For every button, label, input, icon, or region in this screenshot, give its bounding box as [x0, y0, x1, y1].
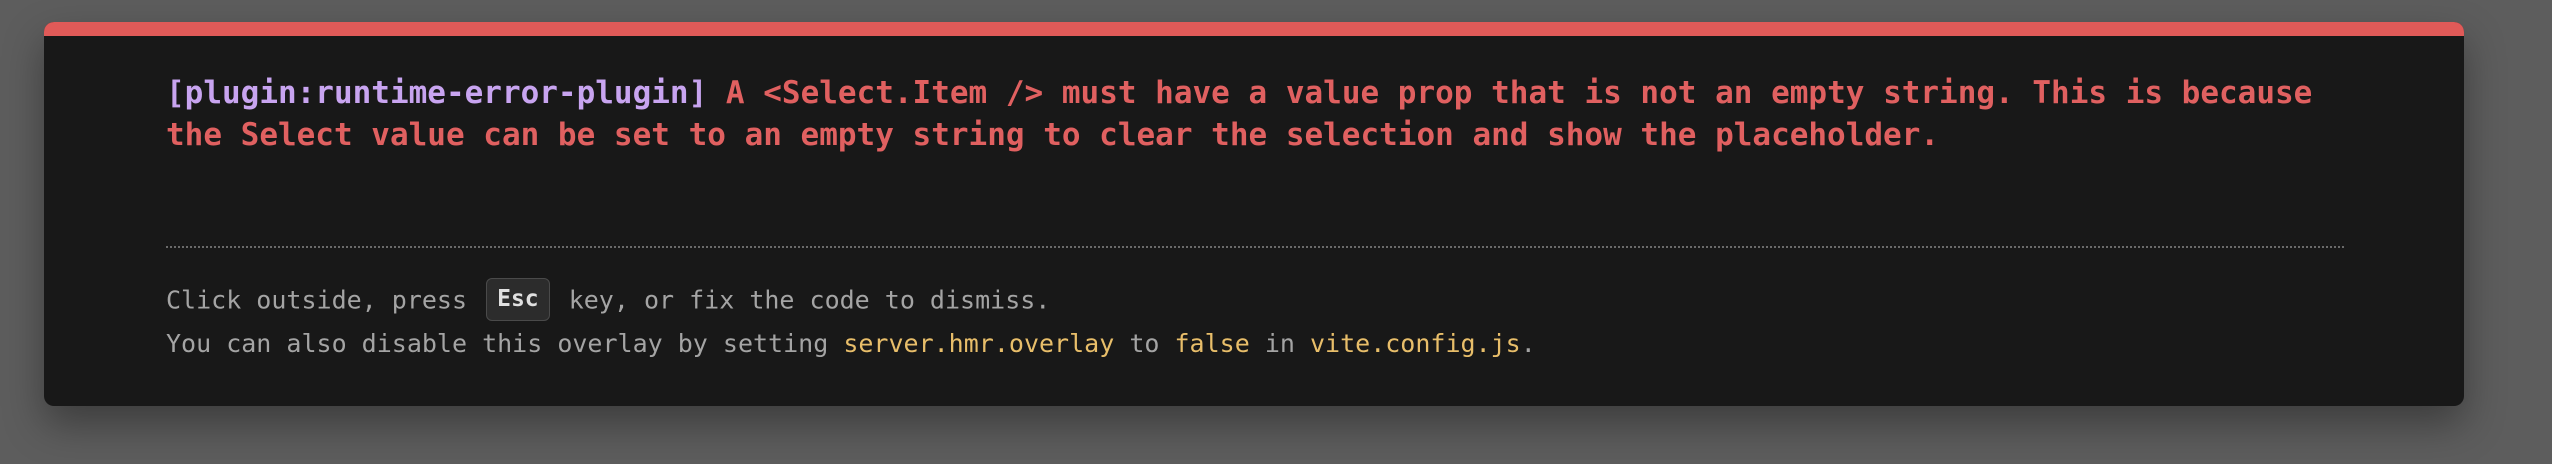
disable-overlay-tip: You can also disable this overlay by set…: [166, 327, 1536, 361]
esc-key: Esc: [486, 278, 550, 321]
divider: [166, 246, 2344, 248]
config-value: false: [1174, 329, 1250, 358]
config-option: server.hmr.overlay: [843, 329, 1115, 358]
dismiss-tip: Click outside, press Esc key, or fix the…: [166, 278, 1051, 323]
error-overlay-window: [plugin:runtime-error-plugin] A <Select.…: [44, 22, 2464, 406]
error-accent-bar: [44, 22, 2464, 36]
tip-prefix: Click outside, press: [166, 285, 468, 315]
config-file: vite.config.js: [1310, 329, 1521, 358]
tip-suffix: key, or fix the code to dismiss.: [568, 285, 1051, 315]
period: .: [1520, 329, 1536, 358]
disable-tip-prefix: You can also disable this overlay by set…: [166, 329, 829, 358]
error-message: [plugin:runtime-error-plugin] A <Select.…: [166, 72, 2366, 156]
in-word: in: [1264, 329, 1295, 358]
to-word: to: [1129, 329, 1160, 358]
plugin-name: [plugin:runtime-error-plugin]: [166, 75, 708, 111]
